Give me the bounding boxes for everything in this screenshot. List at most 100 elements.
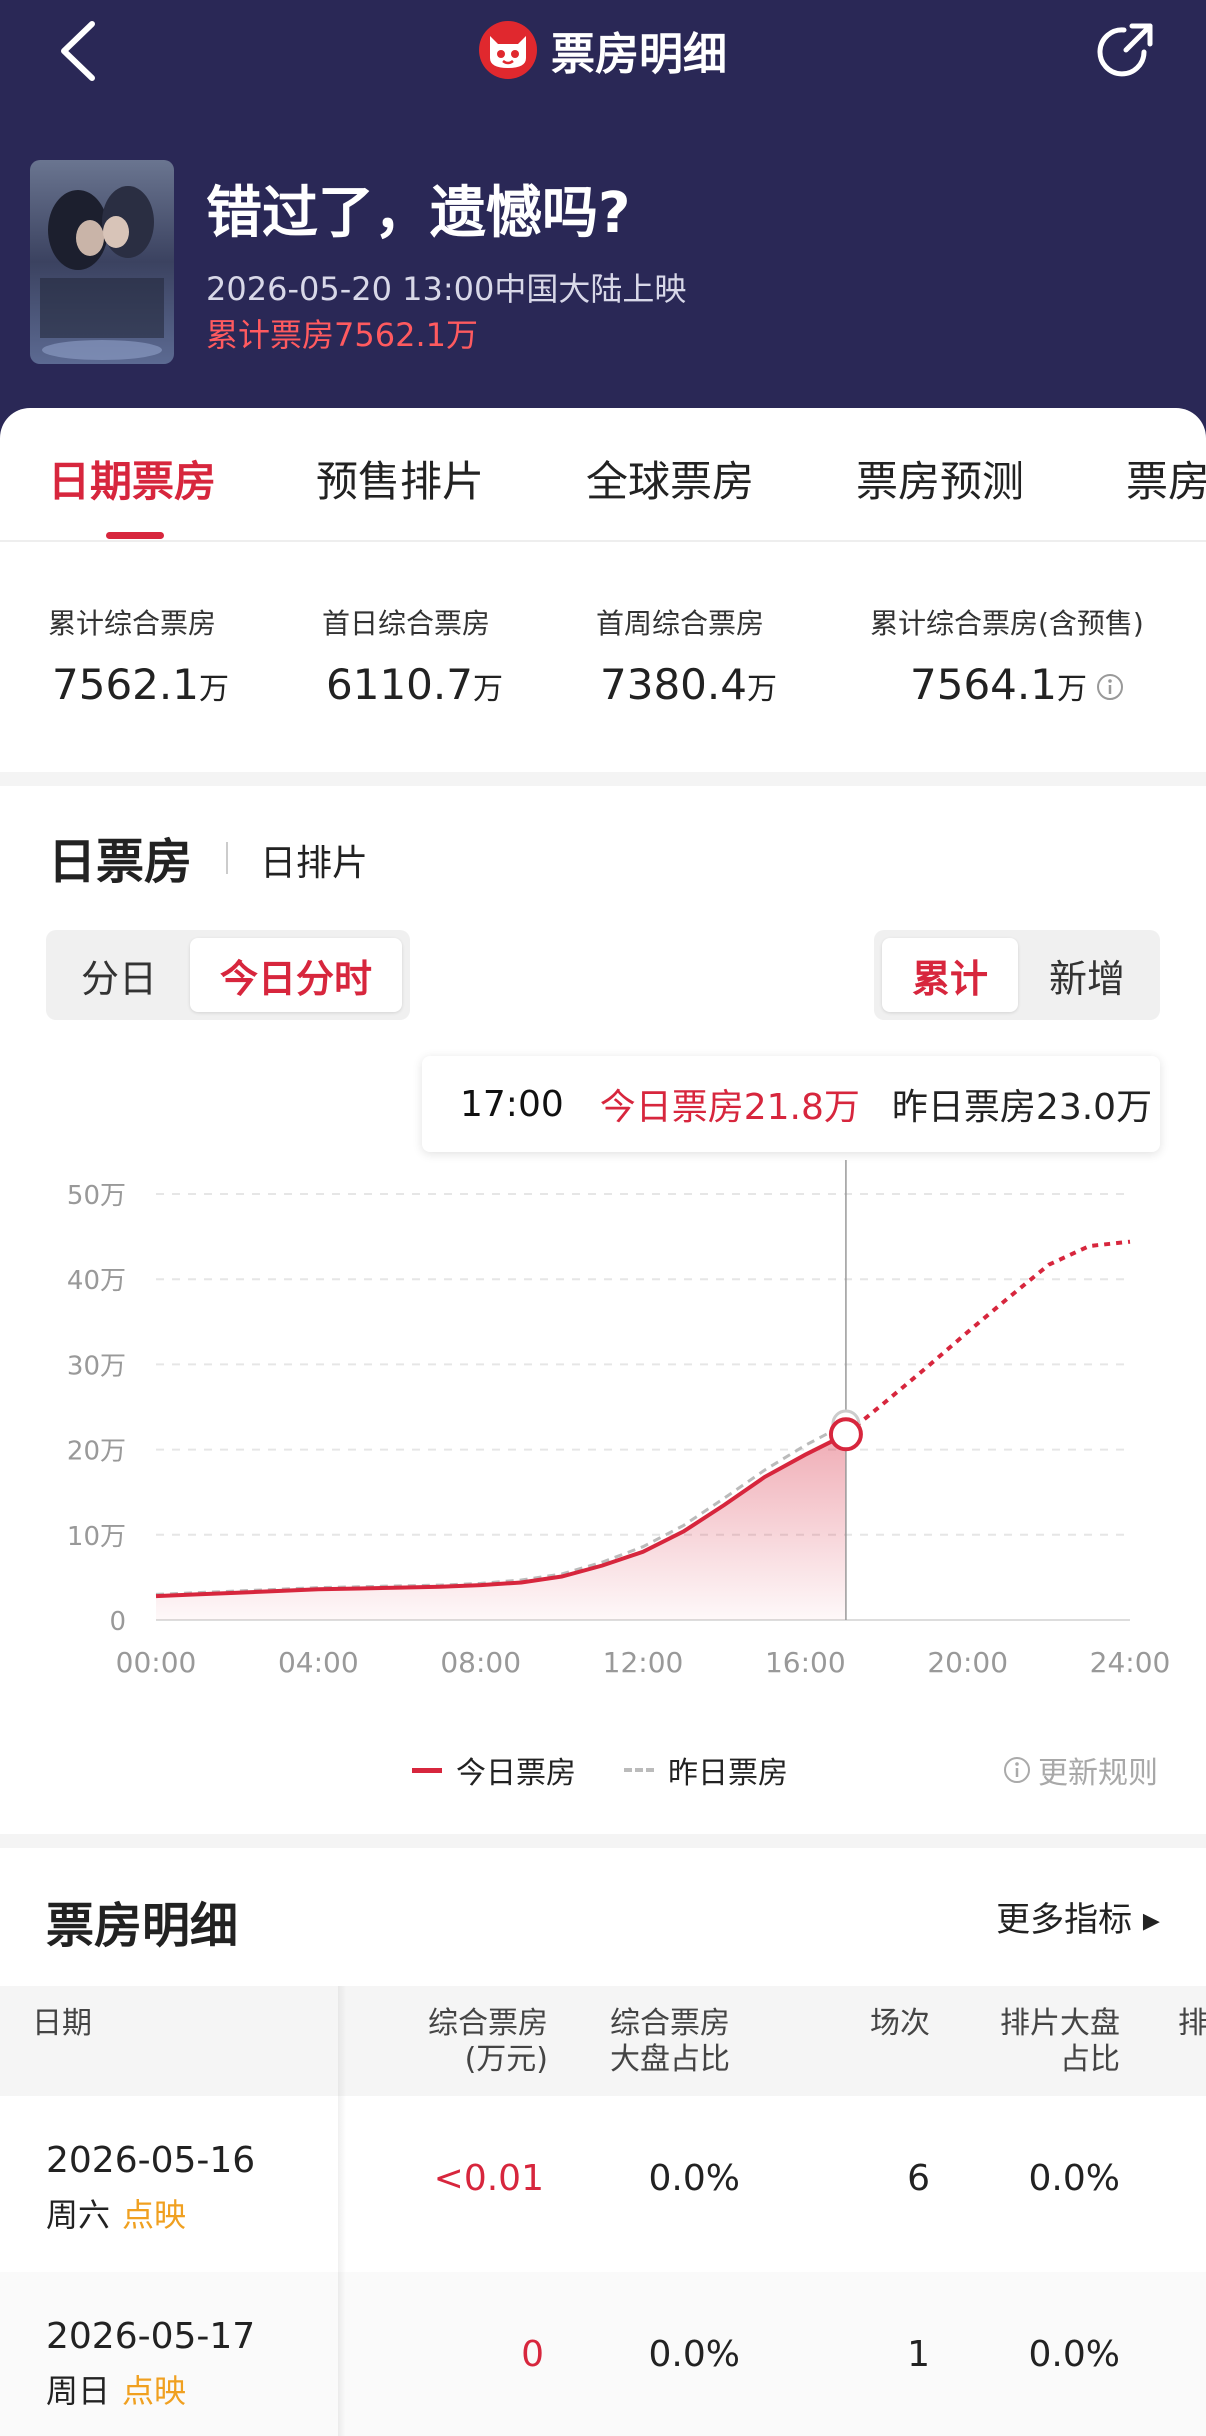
today-marker [828,1417,863,1452]
detail-section-title: 票房明细 [46,1898,239,1954]
col-schedule-share[interactable]: 排片大盘 占比 [960,2006,1120,2078]
metric-cumulative[interactable]: 累计 [882,938,1018,1012]
weekday-label: 周日 [46,2372,111,2410]
x-tick-label: 24:00 [1090,1646,1171,1679]
col-box-office-share[interactable]: 综合票房 大盘占比 [610,2006,730,2078]
summary-stats: 累计综合票房 7562.1万 首日综合票房 6110.7万 首周综合票房 738… [0,542,1206,772]
preview-badge: 点映 [122,2196,187,2234]
forecast-line [844,1239,1131,1436]
active-tab-indicator [106,532,164,539]
mode-segmented-control: 分日 今日分时 [46,930,410,1020]
mode-today-hourly[interactable]: 今日分时 [190,938,402,1012]
x-tick-label: 04:00 [278,1646,359,1679]
release-info: 2026-05-20 13:00中国大陆上映 [206,270,687,308]
row-shows: 1 [907,2334,930,2375]
section-separator [0,772,1206,786]
update-rules-label: 更新规则 [1038,1756,1158,1791]
preview-badge: 点映 [122,2372,187,2410]
tooltip-today: 今日票房21.8万 [599,1087,860,1128]
more-metrics-button[interactable]: 更多指标 ▸ [996,1892,1160,1941]
share-icon [1097,23,1153,77]
info-icon[interactable] [1095,663,1125,712]
row-box-office-share: 0.0% [648,2334,740,2375]
y-tick-label: 0 [109,1607,126,1637]
tab-box-office-forecast[interactable]: 票房预测 [856,448,1024,509]
stat-label: 累计综合票房 [48,607,217,640]
x-tick-label: 08:00 [440,1646,521,1679]
y-tick-label: 30万 [67,1351,126,1381]
stat-label: 首日综合票房 [322,607,491,640]
col-line: 综合票房 [428,2006,548,2041]
legend-today: 今日票房 [412,1748,576,1792]
row-date: 2026-05-16 [46,2140,256,2181]
tab-more[interactable]: 票房 [1126,448,1206,509]
cat-logo-icon [479,21,537,79]
nav-title-bar: 票房明细 [0,14,1206,86]
stat-label: 累计综合票房(含预售) [870,607,1144,640]
x-tick-label: 12:00 [603,1646,684,1679]
movie-title: 错过了，遗憾吗? [206,181,631,246]
daily-schedule-link[interactable]: 日排片 [260,834,368,886]
stat-value: 7562.1万 [52,660,229,709]
row-box-office: <0.01 [433,2158,544,2199]
mode-by-day[interactable]: 分日 [54,938,184,1012]
legend-yesterday: 昨日票房 [624,1748,788,1792]
stat-unit: 万 [746,672,777,707]
stat-unit: 万 [1056,672,1087,707]
tab-presale-schedule[interactable]: 预售排片 [316,448,484,509]
stat-number: 7380.4 [600,660,747,709]
table-row[interactable]: 2026-05-17 周日 点映 0 0.0% 1 0.0% [0,2272,1206,2436]
col-shows[interactable]: 场次 [840,2006,930,2042]
y-tick-label: 50万 [67,1181,126,1211]
col-line: 排片大盘 [1000,2006,1120,2041]
hourly-box-office-chart[interactable]: 0 10万 20万 30万 40万 50万 00:00 04:00 08:00 12:00 16:0… [0,1160,1206,1700]
metric-increment[interactable]: 新增 [1022,938,1152,1012]
col-box-office[interactable]: 综合票房 (万元) [380,2006,548,2078]
legend-label: 今日票房 [456,1756,576,1791]
share-button[interactable] [1092,18,1158,84]
y-tick-label: 20万 [67,1437,126,1467]
stat-unit: 万 [198,672,229,707]
legend-swatch-solid [412,1767,442,1773]
sticky-column-shadow [338,1986,346,2436]
movie-header: 票房明细 错过了，遗憾吗? 2026-05-20 13:00中国大陆上映 累计票… [0,0,1206,460]
row-box-office: 0 [521,2334,544,2375]
tooltip-time: 17:00 [460,1083,564,1125]
info-icon [1004,1757,1030,1783]
row-schedule-share: 0.0% [1028,2334,1120,2375]
legend-label: 昨日票房 [668,1756,788,1791]
x-tick-label: 16:00 [765,1646,846,1679]
row-date: 2026-05-17 [46,2316,256,2357]
divider [226,842,228,874]
row-shows: 6 [907,2158,930,2199]
col-more[interactable]: 排 [1178,2006,1206,2042]
col-line: 大盘占比 [610,2042,730,2077]
tab-bar: 日期票房 预售排片 全球票房 票房预测 票房 [0,408,1206,540]
y-tick-label: 40万 [67,1266,126,1296]
x-tick-label: 00:00 [116,1646,197,1679]
stat-number: 6110.7 [326,660,473,709]
daily-box-office-title[interactable]: 日票房 [48,822,192,892]
movie-poster[interactable] [30,160,174,364]
update-rules-link[interactable]: 更新规则 [1002,1748,1158,1792]
y-tick-label: 10万 [67,1522,126,1552]
cumulative-box-office: 累计票房7562.1万 [206,316,478,354]
stat-label: 首周综合票房 [596,607,765,640]
x-tick-label: 20:00 [927,1646,1008,1679]
tab-daily-box-office[interactable]: 日期票房 [48,448,216,509]
row-weekday: 周六 点映 [46,2190,186,2236]
chart-tooltip: 17:00 今日票房21.8万 昨日票房23.0万 [422,1056,1160,1152]
col-line: (万元) [464,2042,548,2077]
col-date[interactable]: 日期 [32,2006,92,2042]
table-row[interactable]: 2026-05-16 周六 点映 <0.01 0.0% 6 0.0% [0,2096,1206,2271]
stat-unit: 万 [472,672,503,707]
stat-number: 7564.1 [910,660,1057,709]
row-weekday: 周日 点映 [46,2366,186,2412]
tab-global-box-office[interactable]: 全球票房 [586,448,754,509]
weekday-label: 周六 [46,2196,111,2234]
metric-segmented-control: 累计 新增 [874,930,1160,1020]
col-line: 占比 [1060,2042,1120,2077]
row-schedule-share: 0.0% [1028,2158,1120,2199]
col-line: 综合票房 [610,2006,730,2041]
tooltip-yesterday: 昨日票房23.0万 [891,1087,1153,1128]
